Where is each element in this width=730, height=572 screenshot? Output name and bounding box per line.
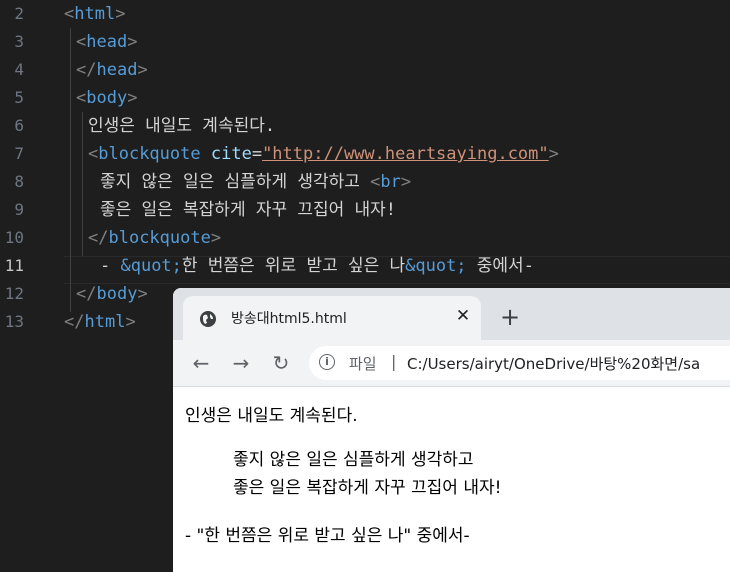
new-tab-button[interactable]: + bbox=[497, 304, 523, 330]
code-token: 한 번쯤은 위로 받고 싶은 나 bbox=[181, 256, 406, 276]
info-icon[interactable]: i bbox=[319, 354, 335, 370]
reload-button[interactable]: ↻ bbox=[267, 349, 295, 377]
code-text: <body> bbox=[76, 84, 137, 112]
browser-window: 방송대html5.html ✕ + ← → ↻ i 파일 | C:/Users/… bbox=[173, 288, 730, 572]
code-token: < bbox=[64, 4, 75, 24]
page-text-line: 인생은 내일도 계속된다. bbox=[185, 406, 358, 426]
code-token: 인생은 내일도 계속된다. bbox=[88, 116, 276, 136]
code-token: > bbox=[137, 60, 148, 80]
address-bar[interactable]: i 파일 | C:/Users/airyt/OneDrive/바탕%20화면/s… bbox=[309, 346, 730, 380]
line-number: 3 bbox=[14, 32, 24, 51]
code-token: > bbox=[137, 284, 148, 304]
code-line[interactable]: 5 <body> bbox=[0, 84, 730, 112]
code-token: cite bbox=[210, 144, 252, 164]
code-line[interactable]: 2 <html> bbox=[0, 0, 730, 28]
code-line[interactable]: 9 좋은 일은 복잡하게 자꾸 끄집어 내자! bbox=[0, 196, 730, 224]
code-token: > bbox=[127, 32, 138, 52]
code-token: head bbox=[86, 32, 128, 52]
code-token: > bbox=[125, 312, 136, 332]
code-token: "http://www.heartsaying.com" bbox=[262, 144, 549, 164]
code-line[interactable]: 10 </blockquote> bbox=[0, 224, 730, 252]
code-token: < bbox=[76, 32, 87, 52]
line-number: 4 bbox=[14, 60, 24, 79]
code-token: html bbox=[74, 4, 116, 24]
code-token: </ bbox=[64, 312, 85, 332]
code-token: < bbox=[88, 144, 99, 164]
code-token: > bbox=[400, 172, 412, 192]
code-text: <head> bbox=[76, 28, 137, 56]
code-token: 중에서- bbox=[466, 256, 534, 276]
code-text: - &quot;한 번쯤은 위로 받고 싶은 나&quot; 중에서- bbox=[100, 252, 534, 280]
code-token: 좋지 않은 일은 심플하게 생각하고 bbox=[100, 172, 371, 192]
url-separator: | bbox=[391, 352, 397, 371]
code-token: </ bbox=[76, 284, 97, 304]
code-token: = bbox=[251, 144, 263, 164]
code-token: > bbox=[127, 88, 138, 108]
line-number: 12 bbox=[4, 284, 24, 303]
tab-title: 방송대html5.html bbox=[231, 311, 347, 327]
code-token: html bbox=[84, 312, 126, 332]
line-number: 10 bbox=[4, 228, 24, 247]
line-number: 8 bbox=[14, 172, 24, 191]
code-line[interactable]: 3 <head> bbox=[0, 28, 730, 56]
back-button[interactable]: ← bbox=[187, 349, 215, 377]
code-text: 좋지 않은 일은 심플하게 생각하고 <br> bbox=[100, 168, 411, 196]
code-token: &quot; bbox=[405, 256, 467, 276]
globe-icon bbox=[200, 311, 216, 327]
code-line[interactable]: 8 좋지 않은 일은 심플하게 생각하고 <br> bbox=[0, 168, 730, 196]
blockquote-line: 좋지 않은 일은 심플하게 생각하고 bbox=[233, 450, 474, 470]
close-icon[interactable]: ✕ bbox=[451, 304, 475, 328]
line-number: 7 bbox=[14, 144, 24, 163]
browser-tab[interactable]: 방송대html5.html ✕ bbox=[183, 296, 481, 340]
blockquote-line: 좋은 일은 복잡하게 자꾸 끄집어 내자! bbox=[233, 478, 502, 498]
code-token: < bbox=[76, 88, 87, 108]
code-token: blockquote bbox=[108, 228, 211, 248]
line-number: 13 bbox=[4, 312, 24, 331]
code-token: head bbox=[96, 60, 138, 80]
code-token: - bbox=[100, 256, 121, 276]
code-text: <html> bbox=[64, 0, 125, 28]
code-text: </head> bbox=[76, 56, 148, 84]
code-token: body bbox=[96, 284, 138, 304]
code-token: > bbox=[548, 144, 559, 164]
code-token: </ bbox=[88, 228, 109, 248]
code-token: &quot; bbox=[120, 256, 182, 276]
tab-strip: 방송대html5.html ✕ + bbox=[173, 288, 730, 340]
code-token: > bbox=[115, 4, 126, 24]
code-token: blockquote bbox=[98, 144, 201, 164]
line-number: 6 bbox=[14, 116, 24, 135]
code-text: </body> bbox=[76, 280, 148, 308]
url-text[interactable]: C:/Users/airyt/OneDrive/바탕%20화면/sa bbox=[407, 353, 700, 374]
code-token: body bbox=[86, 88, 128, 108]
forward-button[interactable]: → bbox=[227, 349, 255, 377]
code-text: </blockquote> bbox=[88, 224, 221, 252]
url-scheme: 파일 bbox=[349, 355, 377, 373]
line-number: 2 bbox=[14, 4, 24, 23]
page-viewport: 인생은 내일도 계속된다. 좋지 않은 일은 심플하게 생각하고 좋은 일은 복… bbox=[173, 387, 730, 572]
code-line[interactable]: 11 - &quot;한 번쯤은 위로 받고 싶은 나&quot; 중에서- bbox=[0, 252, 730, 280]
line-number: 5 bbox=[14, 88, 24, 107]
code-line[interactable]: 6 인생은 내일도 계속된다. bbox=[0, 112, 730, 140]
code-token: > bbox=[210, 228, 222, 248]
line-number: 9 bbox=[14, 200, 24, 219]
code-token: </ bbox=[76, 60, 97, 80]
line-number: 11 bbox=[4, 256, 24, 275]
code-token: br bbox=[380, 172, 401, 192]
code-line[interactable]: 7 <blockquote cite="http://www.heartsayin… bbox=[0, 140, 730, 168]
attribution-text: - "한 번쯤은 위로 받고 싶은 나" 중에서- bbox=[185, 526, 470, 546]
code-text: 좋은 일은 복잡하게 자꾸 끄집어 내자! bbox=[100, 196, 396, 224]
code-text: 인생은 내일도 계속된다. bbox=[88, 112, 275, 140]
code-token: < bbox=[370, 172, 381, 192]
code-line[interactable]: 4 </head> bbox=[0, 56, 730, 84]
code-text: </html> bbox=[64, 308, 136, 336]
code-token: 좋은 일은 복잡하게 자꾸 끄집어 내자! bbox=[100, 200, 397, 220]
code-text: <blockquote cite="http://www.heartsaying… bbox=[88, 140, 559, 168]
browser-toolbar: ← → ↻ i 파일 | C:/Users/airyt/OneDrive/바탕%… bbox=[173, 340, 730, 387]
